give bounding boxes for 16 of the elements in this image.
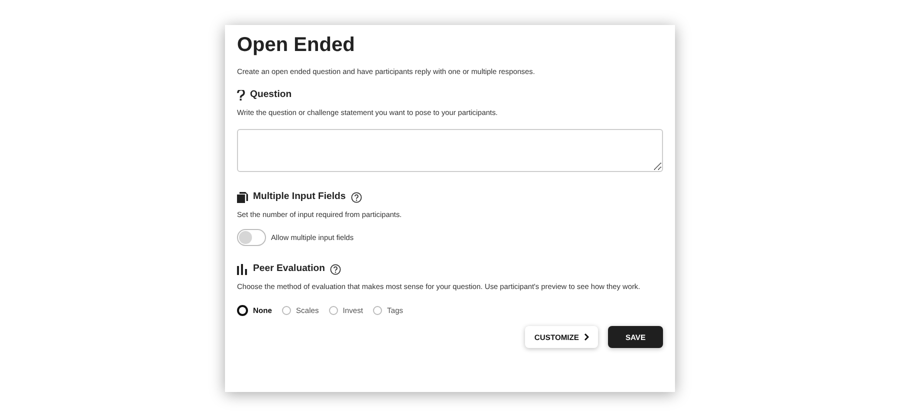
radio-button[interactable] (373, 306, 382, 316)
toggle-switch[interactable] (237, 229, 266, 246)
question-field[interactable] (237, 129, 663, 172)
section-heading: Question (250, 88, 292, 102)
copy-icon (237, 192, 248, 202)
bar-chart-icon (237, 264, 248, 274)
help-icon[interactable] (330, 264, 341, 274)
section-heading: Peer Evaluation (253, 262, 325, 276)
radio-button[interactable] (282, 306, 291, 316)
help-icon[interactable] (350, 192, 362, 202)
section-heading: Multiple Input Fields (253, 190, 346, 204)
radio-button[interactable] (328, 306, 338, 316)
chevron-right-icon (584, 333, 589, 342)
page-title: Open Ended (237, 33, 356, 58)
question-mark-icon (237, 90, 245, 100)
radio-button[interactable] (237, 305, 248, 316)
